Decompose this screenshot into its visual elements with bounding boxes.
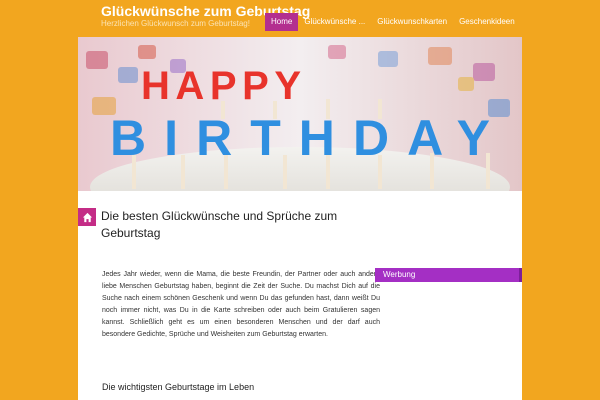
nav-item-glueckwunschkarten[interactable]: Glückwunschkarten bbox=[371, 13, 453, 31]
main-navigation: Home Glückwünsche ... Glückwunschkarten … bbox=[265, 13, 521, 31]
home-badge[interactable] bbox=[78, 208, 96, 226]
hero-line1-text: HAPPY bbox=[141, 64, 301, 108]
birthday-candles-image: HAPPY BIRTHDAY bbox=[78, 37, 522, 191]
content-area: HAPPY BIRTHDAY Die besten Glückwünsche u… bbox=[78, 37, 522, 400]
nav-item-home[interactable]: Home bbox=[265, 13, 299, 31]
section-heading: Die wichtigsten Geburtstage im Leben bbox=[102, 382, 255, 392]
nav-item-geschenkideen[interactable]: Geschenkideen bbox=[453, 13, 521, 31]
home-icon bbox=[82, 212, 92, 222]
page-title: Die besten Glückwünsche und Sprüche zum … bbox=[101, 209, 338, 240]
sidebar-heading-werbung: Werbung bbox=[375, 268, 522, 282]
intro-paragraph: Jedes Jahr wieder, wenn die Mama, die be… bbox=[102, 271, 380, 338]
hero-line2-text: BIRTHDAY bbox=[110, 110, 490, 166]
site-tagline: Herzlichen Glückwunsch zum Geburtstag! bbox=[101, 19, 250, 28]
hero-image: HAPPY BIRTHDAY bbox=[78, 37, 522, 191]
nav-item-glueckwuensche[interactable]: Glückwünsche ... bbox=[298, 13, 371, 31]
